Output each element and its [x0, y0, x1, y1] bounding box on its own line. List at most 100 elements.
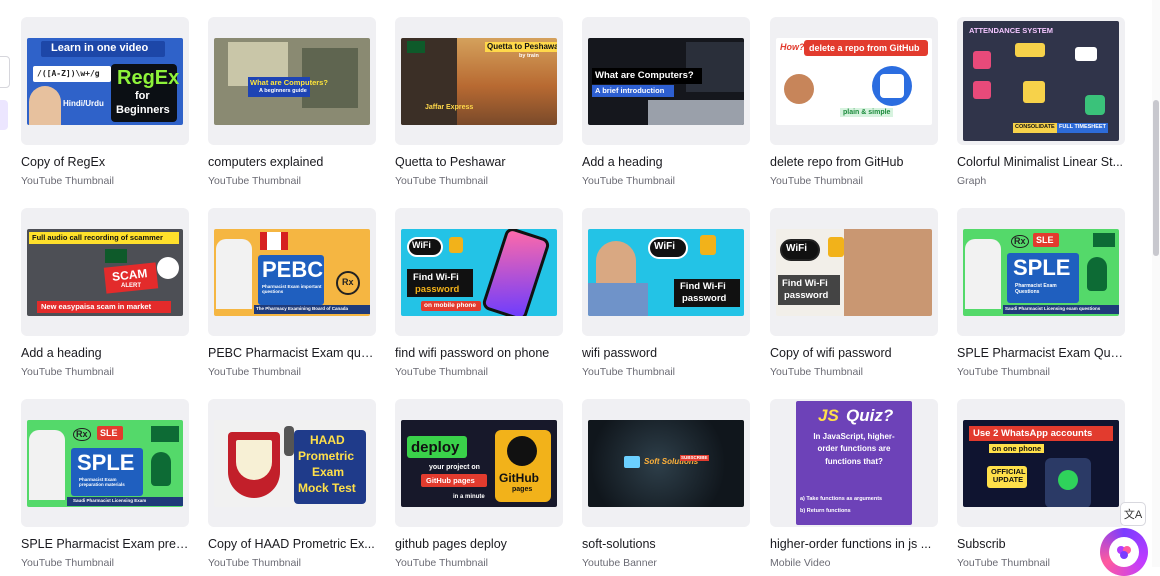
- thumbnail-frame[interactable]: ATTENDANCE SYSTEM CONSOLIDATE FULL TIMES…: [957, 17, 1125, 145]
- thumbnail-image: Quetta to Peshawar by train Jaffar Expre…: [401, 37, 557, 125]
- translate-icon: 文A: [1123, 509, 1143, 521]
- design-type: YouTube Thumbnail: [21, 366, 115, 378]
- thumbnail-frame[interactable]: WiFi Find Wi-Fi password: [582, 208, 750, 336]
- design-type: YouTube Thumbnail: [21, 175, 115, 187]
- thumb-text: SLE: [1036, 234, 1054, 245]
- design-card[interactable]: PEBC Pharmacist Exam important questions…: [208, 208, 376, 378]
- thumb-text: How?: [780, 41, 805, 52]
- thumbnail-frame[interactable]: What are Computers? A beginners guide: [208, 17, 376, 145]
- design-card[interactable]: ATTENDANCE SYSTEM CONSOLIDATE FULL TIMES…: [957, 17, 1125, 187]
- thumb-text: Pharmacist Exam important questions: [262, 283, 322, 294]
- design-title[interactable]: higher-order functions in js ...: [770, 537, 938, 551]
- design-type: YouTube Thumbnail: [770, 175, 864, 187]
- thumbnail-frame[interactable]: Soft Solutions SUBSCRIBE: [582, 399, 750, 527]
- design-title[interactable]: find wifi password on phone: [395, 346, 563, 360]
- thumbnail-image: Rx SLE SPLE Pharmacist Exam Questions Sa…: [963, 228, 1119, 316]
- thumbnail-image: How? delete a repo from GitHub plain & s…: [776, 37, 932, 125]
- design-card[interactable]: Full audio call recording of scammer SCA…: [21, 208, 189, 378]
- thumb-text: a) Take functions as arguments: [800, 496, 883, 502]
- design-title[interactable]: Quetta to Peshawar: [395, 155, 563, 169]
- design-title[interactable]: soft-solutions: [582, 537, 750, 551]
- design-card[interactable]: WiFi Find Wi-Fi password wifi password Y…: [582, 208, 750, 378]
- thumb-text: Find Wi-Fi: [782, 277, 828, 289]
- design-type: YouTube Thumbnail: [208, 175, 302, 187]
- thumb-text: Pharmacist Exam preparation materials: [79, 476, 125, 487]
- sidebar-control-active[interactable]: [0, 100, 8, 130]
- design-card[interactable]: deploy your project on GitHub pages in a…: [395, 399, 563, 569]
- design-title[interactable]: github pages deploy: [395, 537, 563, 551]
- design-title[interactable]: Add a heading: [582, 155, 750, 169]
- thumbnail-image: What are Computers? A beginners guide: [214, 37, 370, 125]
- thumb-text: Find Wi-Fi: [680, 280, 726, 292]
- design-card[interactable]: Learn in one video /([A-Z])\w+/g RegEx f…: [21, 17, 189, 187]
- thumb-text: ATTENDANCE SYSTEM: [969, 26, 1054, 35]
- thumb-text: Rx: [73, 427, 91, 441]
- thumb-text: Saudi Pharmacist Licensing exam question…: [1005, 305, 1101, 311]
- design-title[interactable]: SPLE Pharmacist Exam prep ...: [21, 537, 189, 551]
- thumb-text: RegEx: [117, 66, 180, 89]
- scrollbar-thumb[interactable]: [1153, 100, 1159, 256]
- thumbnail-image: HAAD Prometric Exam Mock Test: [214, 419, 370, 507]
- design-title[interactable]: SPLE Pharmacist Exam Ques...: [957, 346, 1125, 360]
- thumb-text: pages: [512, 485, 533, 493]
- thumbnail-image: deploy your project on GitHub pages in a…: [401, 419, 557, 507]
- design-card[interactable]: HAAD Prometric Exam Mock Test Copy of HA…: [208, 399, 376, 569]
- design-title[interactable]: Copy of RegEx: [21, 155, 189, 169]
- thumb-text: Find Wi-Fi: [413, 271, 459, 283]
- sidebar-control[interactable]: [0, 56, 10, 88]
- design-type: YouTube Thumbnail: [957, 366, 1051, 378]
- thumbnail-frame[interactable]: Quetta to Peshawar by train Jaffar Expre…: [395, 17, 563, 145]
- design-title[interactable]: Colorful Minimalist Linear St...: [957, 155, 1125, 169]
- translate-button[interactable]: 文A: [1120, 502, 1146, 526]
- design-title[interactable]: Copy of HAAD Prometric Ex...: [208, 537, 376, 551]
- design-title[interactable]: Copy of wifi password: [770, 346, 938, 360]
- design-card[interactable]: WiFi Find Wi-Fi password Copy of wifi pa…: [770, 208, 938, 378]
- thumb-text: FULL TIMESHEET: [1057, 123, 1108, 133]
- thumb-text: plain & simple: [840, 107, 894, 117]
- thumbnail-frame[interactable]: WiFi Find Wi-Fi password on mobile phone: [395, 208, 563, 336]
- thumb-text: Prometric: [298, 448, 355, 463]
- thumbnail-frame[interactable]: What are Computers? A brief introduction: [582, 17, 750, 145]
- thumbnail-frame[interactable]: deploy your project on GitHub pages in a…: [395, 399, 563, 527]
- assistant-button[interactable]: [1100, 528, 1148, 576]
- design-card[interactable]: What are Computers? A brief introduction…: [582, 17, 750, 187]
- design-card[interactable]: What are Computers? A beginners guide co…: [208, 17, 376, 187]
- thumb-text: Hindi/Urdu: [63, 98, 104, 108]
- design-title[interactable]: Add a heading: [21, 346, 189, 360]
- thumb-text: in a minute: [453, 493, 485, 500]
- design-card[interactable]: JS Quiz? In JavaScript, higher-order fun…: [770, 399, 938, 569]
- thumb-text: SUBSCRIBE: [680, 454, 709, 461]
- design-card[interactable]: Quetta to Peshawar by train Jaffar Expre…: [395, 17, 563, 187]
- thumbnail-frame[interactable]: PEBC Pharmacist Exam important questions…: [208, 208, 376, 336]
- thumbnail-frame[interactable]: HAAD Prometric Exam Mock Test: [208, 399, 376, 527]
- thumb-text: on mobile phone: [424, 301, 476, 309]
- thumb-text: Saudi Pharmacist Licensing Exam: [73, 497, 147, 503]
- design-card[interactable]: Use 2 WhatsApp accounts on one phone OFF…: [957, 399, 1125, 569]
- design-title[interactable]: wifi password: [582, 346, 750, 360]
- design-title[interactable]: PEBC Pharmacist Exam ques...: [208, 346, 376, 360]
- design-type: YouTube Thumbnail: [582, 175, 676, 187]
- thumbnail-frame[interactable]: Full audio call recording of scammer SCA…: [21, 208, 189, 336]
- design-card[interactable]: Soft Solutions SUBSCRIBE soft-solutions …: [582, 399, 750, 569]
- thumbnail-frame[interactable]: Use 2 WhatsApp accounts on one phone OFF…: [957, 399, 1125, 527]
- design-card[interactable]: How? delete a repo from GitHub plain & s…: [770, 17, 938, 187]
- design-title[interactable]: delete repo from GitHub: [770, 155, 938, 169]
- thumb-text: JS: [818, 406, 839, 425]
- thumb-text: password: [415, 283, 460, 295]
- design-card[interactable]: Rx SLE SPLE Pharmacist Exam preparation …: [21, 399, 189, 569]
- thumbnail-frame[interactable]: Learn in one video /([A-Z])\w+/g RegEx f…: [21, 17, 189, 145]
- thumb-text: In JavaScript, higher-order functions ar…: [813, 432, 895, 466]
- design-type: YouTube Thumbnail: [395, 366, 489, 378]
- thumbnail-image: Rx SLE SPLE Pharmacist Exam preparation …: [27, 419, 183, 507]
- design-card[interactable]: WiFi Find Wi-Fi password on mobile phone…: [395, 208, 563, 378]
- brain-icon: [1109, 537, 1139, 567]
- thumbnail-frame[interactable]: JS Quiz? In JavaScript, higher-order fun…: [770, 399, 938, 527]
- thumbnail-frame[interactable]: How? delete a repo from GitHub plain & s…: [770, 17, 938, 145]
- design-type: YouTube Thumbnail: [21, 557, 115, 569]
- design-title[interactable]: computers explained: [208, 155, 376, 169]
- thumbnail-frame[interactable]: Rx SLE SPLE Pharmacist Exam Questions Sa…: [957, 208, 1125, 336]
- scrollbar[interactable]: [1152, 0, 1160, 567]
- thumbnail-frame[interactable]: Rx SLE SPLE Pharmacist Exam preparation …: [21, 399, 189, 527]
- design-card[interactable]: Rx SLE SPLE Pharmacist Exam Questions Sa…: [957, 208, 1125, 378]
- thumbnail-frame[interactable]: WiFi Find Wi-Fi password: [770, 208, 938, 336]
